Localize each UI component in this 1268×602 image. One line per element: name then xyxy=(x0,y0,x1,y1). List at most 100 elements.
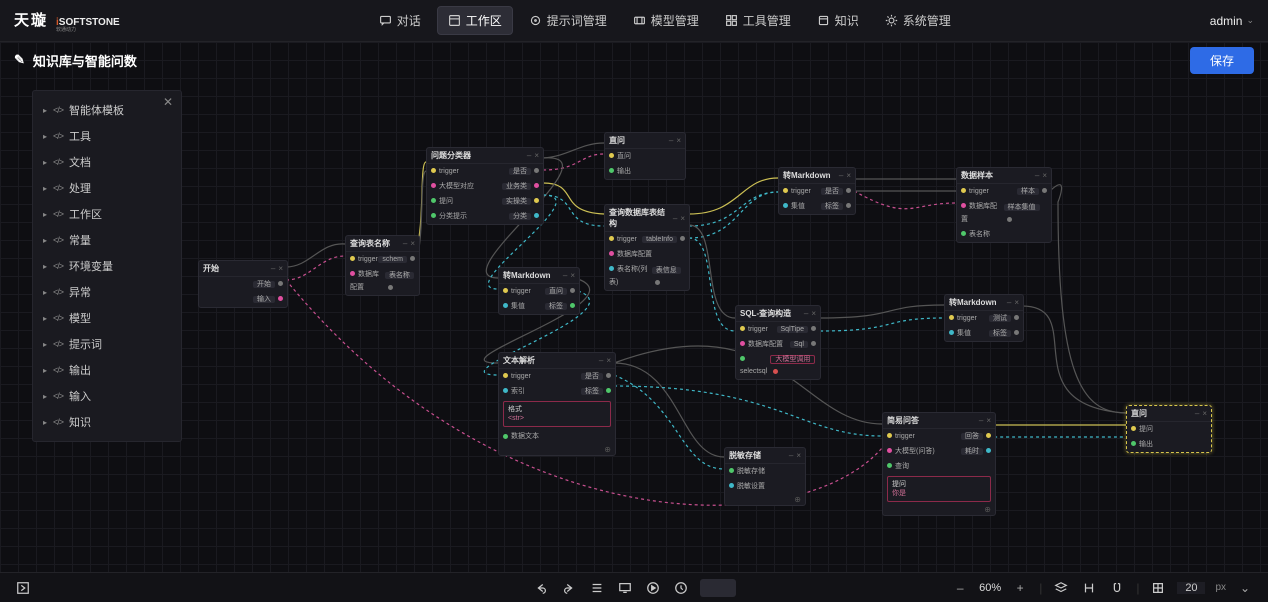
user-menu[interactable]: admin ⌄ xyxy=(1210,14,1254,28)
code-icon: </> xyxy=(53,417,63,427)
code-icon: </> xyxy=(53,313,63,323)
grid-unit: px xyxy=(1215,582,1226,593)
node-docparse[interactable]: 文本解析–× trigger是否 索引标签 格式<str> 数据文本 ⊕ xyxy=(498,352,616,456)
nav-tool[interactable]: 工具管理 xyxy=(715,6,801,35)
close-icon[interactable]: ✕ xyxy=(163,95,173,109)
undo-icon[interactable] xyxy=(532,579,550,597)
zoom-level: 60% xyxy=(979,582,1001,594)
save-button[interactable]: 保存 xyxy=(1190,47,1254,74)
model-icon xyxy=(633,14,646,27)
caret-right-icon: ▸ xyxy=(43,184,47,193)
code-icon: </> xyxy=(53,235,63,245)
caret-right-icon: ▸ xyxy=(43,340,47,349)
node-struct[interactable]: 查询数据库表结构–× triggertableInfo 数据库配置 表名称(列表… xyxy=(604,204,690,291)
knowledge-icon xyxy=(817,14,830,27)
palette-item[interactable]: ▸ </> 知识 xyxy=(33,409,181,435)
collapse-icon[interactable]: – xyxy=(271,264,275,273)
code-icon: </> xyxy=(53,209,63,219)
caret-right-icon: ▸ xyxy=(43,314,47,323)
node-md3[interactable]: 转Markdown–× trigger测试 集值标签 xyxy=(944,294,1024,342)
gear-icon xyxy=(885,14,898,27)
expand-panel-icon[interactable] xyxy=(14,579,32,597)
palette-item-label: 工具 xyxy=(69,128,91,144)
chevron-down-icon[interactable]: ⌄ xyxy=(1236,579,1254,597)
palette-item[interactable]: ▸</>输出 xyxy=(33,357,181,383)
node-end[interactable]: 直问–× 提问 输出 xyxy=(1126,405,1212,453)
flow-edges xyxy=(0,42,1268,572)
nav-model[interactable]: 模型管理 xyxy=(623,6,709,35)
node-palette: ✕ ▸</>智能体模板▸</>工具▸</>文档▸</>处理▸</>工作区▸</>… xyxy=(32,90,182,442)
play-icon[interactable] xyxy=(644,579,662,597)
nav-knowledge-label: 知识 xyxy=(835,12,859,29)
palette-item[interactable]: ▸</>智能体模板 xyxy=(33,97,181,123)
grid-size-input[interactable] xyxy=(1177,582,1205,594)
node-history[interactable]: 脱敏存储–× 脱敏存储 脱敏设置 ⊕ xyxy=(724,447,806,506)
palette-item-label: 提示词 xyxy=(69,336,102,352)
caret-right-icon: ▸ xyxy=(43,106,47,115)
list-icon[interactable] xyxy=(588,579,606,597)
layers-icon[interactable] xyxy=(1052,579,1070,597)
palette-item[interactable]: ▸</>工具 xyxy=(33,123,181,149)
top-nav: 对话 工作区 提示词管理 模型管理 工具管理 知识 系统管理 xyxy=(138,6,1192,35)
node-simpleqa[interactable]: 简易问答–× trigger回答 大模型(问答)耗时 查询 提问你是 ⊕ xyxy=(882,412,996,516)
nav-prompt-label: 提示词管理 xyxy=(547,12,607,29)
nav-knowledge[interactable]: 知识 xyxy=(807,6,869,35)
palette-item[interactable]: ▸</>异常 xyxy=(33,279,181,305)
caret-right-icon: ▸ xyxy=(43,236,47,245)
caret-right-icon: ▸ xyxy=(43,132,47,141)
palette-item[interactable]: ▸</>提示词 xyxy=(33,331,181,357)
caret-right-icon: ▸ xyxy=(43,418,47,427)
palette-item-label: 文档 xyxy=(69,154,91,170)
node-sql[interactable]: SQL-查询构造–× triggerSqlTipe 数据库配置Sql selec… xyxy=(735,305,821,380)
node-tables[interactable]: 查询表名称–× triggerschem 数据库配置表名称 xyxy=(345,235,420,296)
workspace-icon xyxy=(448,14,461,27)
nav-model-label: 模型管理 xyxy=(651,12,699,29)
grid-icon[interactable] xyxy=(1149,579,1167,597)
redo-icon[interactable] xyxy=(560,579,578,597)
node-dedup[interactable]: 数据样本–× trigger样本 数据库配置样本集值 表名称 xyxy=(956,167,1052,243)
bottom-bar: – 60% + | | px ⌄ xyxy=(0,572,1268,602)
node-md2[interactable]: 转Markdown–× trigger直问 集值标签 xyxy=(498,267,580,315)
nav-chat[interactable]: 对话 xyxy=(369,6,431,35)
brand-logo: 天璇 iSOFTSTONE 软通动力 xyxy=(14,9,120,33)
zoom-in-icon[interactable]: + xyxy=(1011,579,1029,597)
node-echo1[interactable]: 直问–× 直问 输出 xyxy=(604,132,686,180)
node-classify[interactable]: 问题分类器–× trigger是否 大模型对应业务类 提问实操类 分类提示分类 xyxy=(426,147,544,225)
nav-prompt[interactable]: 提示词管理 xyxy=(519,6,617,35)
screen-icon[interactable] xyxy=(616,579,634,597)
snap-icon[interactable] xyxy=(1080,579,1098,597)
caret-right-icon: ▸ xyxy=(43,392,47,401)
palette-item[interactable]: ▸</>工作区 xyxy=(33,201,181,227)
history-icon[interactable] xyxy=(672,579,690,597)
tool-icon xyxy=(725,14,738,27)
node-start[interactable]: 开始–× 开始 输入 xyxy=(198,260,288,308)
top-bar: 天璇 iSOFTSTONE 软通动力 对话 工作区 提示词管理 模型管理 工具管… xyxy=(0,0,1268,42)
move-tool[interactable] xyxy=(700,579,736,597)
code-icon: </> xyxy=(53,287,63,297)
caret-right-icon: ▸ xyxy=(43,262,47,271)
palette-item-label: 输入 xyxy=(69,388,91,404)
brand-sub: iSOFTSTONE 软通动力 xyxy=(56,18,120,33)
code-icon: </> xyxy=(53,105,63,115)
palette-item[interactable]: ▸</>文档 xyxy=(33,149,181,175)
palette-item[interactable]: ▸ </> 模型 xyxy=(33,305,181,331)
palette-item[interactable]: ▸</>常量 xyxy=(33,227,181,253)
caret-right-icon: ▸ xyxy=(43,210,47,219)
sub-header: ✎ 知识库与智能问数 保存 xyxy=(0,42,1268,78)
palette-item-label: 模型 xyxy=(69,310,91,326)
palette-item-label: 输出 xyxy=(69,362,91,378)
palette-item-label: 知识 xyxy=(69,414,91,430)
code-icon: </> xyxy=(53,365,63,375)
magnet-icon[interactable] xyxy=(1108,579,1126,597)
palette-item[interactable]: ▸</>输入 xyxy=(33,383,181,409)
code-icon: </> xyxy=(53,157,63,167)
zoom-out-icon[interactable]: – xyxy=(951,579,969,597)
palette-item[interactable]: ▸</>处理 xyxy=(33,175,181,201)
nav-tool-label: 工具管理 xyxy=(743,12,791,29)
palette-item[interactable]: ▸</>环境变量 xyxy=(33,253,181,279)
nav-system[interactable]: 系统管理 xyxy=(875,6,961,35)
close-icon[interactable]: × xyxy=(278,264,283,273)
node-md1[interactable]: 转Markdown–× trigger是否 集值标签 xyxy=(778,167,856,215)
nav-workspace[interactable]: 工作区 xyxy=(437,6,513,35)
flow-canvas[interactable]: ✎ 知识库与智能问数 保存 ✕ ▸</>智能体模板▸</>工具▸</>文档▸</… xyxy=(0,42,1268,572)
